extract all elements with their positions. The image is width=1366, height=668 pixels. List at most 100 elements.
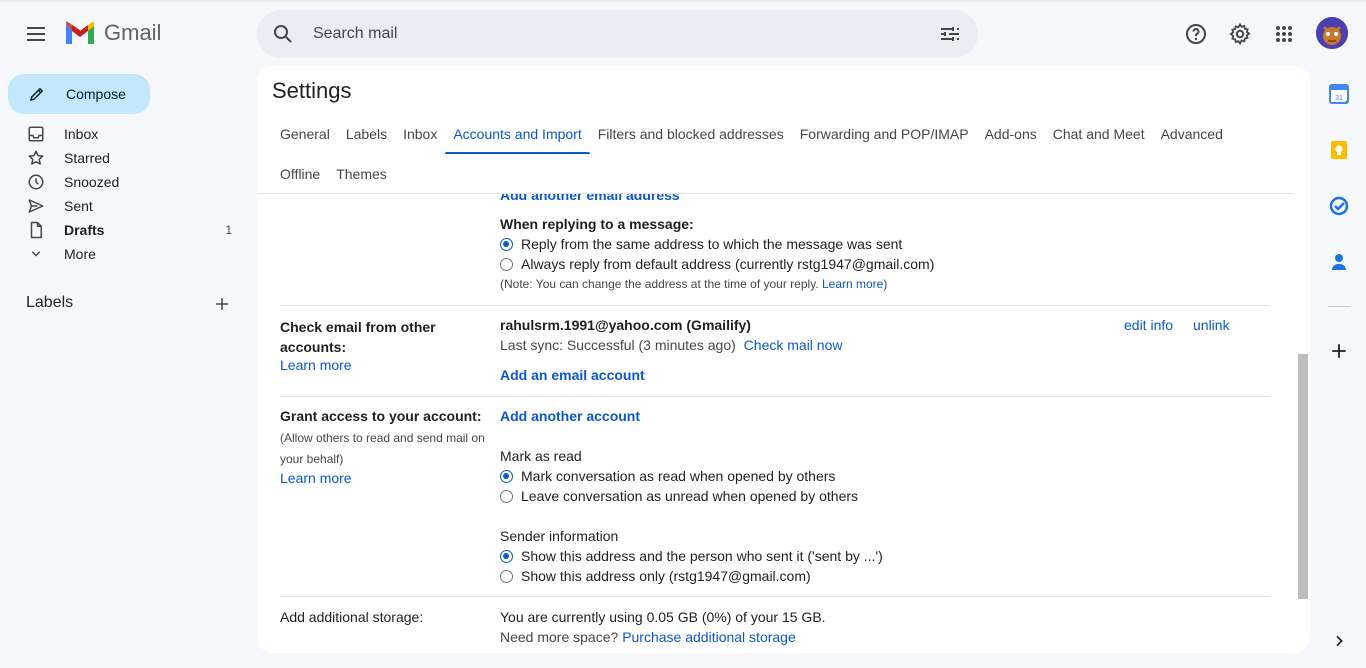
scrollbar-thumb[interactable] (1298, 354, 1308, 599)
check-email-label: Check email from other accounts: (280, 319, 436, 355)
support-button[interactable] (1176, 14, 1216, 54)
keep-icon[interactable] (1327, 138, 1351, 162)
top-border (0, 0, 1366, 2)
rail-divider (1328, 306, 1350, 307)
grant-access-learn-more[interactable]: Learn more (280, 470, 352, 486)
account-avatar[interactable] (1316, 17, 1348, 49)
search-icon[interactable] (271, 22, 295, 51)
calendar-icon[interactable]: 31 (1327, 82, 1351, 106)
tab-accounts-and-import[interactable]: Accounts and Import (445, 114, 591, 154)
mark-read-radio[interactable] (500, 469, 513, 483)
leave-unread-option[interactable]: Leave conversation as unread when opened… (500, 486, 858, 506)
sidebar-item-label: Snoozed (64, 174, 120, 190)
leave-unread-radio[interactable] (500, 489, 513, 503)
gmail-wordmark: Gmail (104, 20, 162, 45)
reply-learn-more-link[interactable]: Learn more (822, 277, 883, 291)
send-icon (26, 196, 46, 216)
reply-option-same[interactable]: Reply from the same address to which the… (500, 234, 902, 254)
tab-general[interactable]: General (272, 114, 338, 154)
sidebar-item-starred[interactable]: Starred (0, 146, 248, 170)
tab-themes[interactable]: Themes (328, 154, 395, 194)
sidebar-item-label: Sent (64, 198, 93, 214)
compose-label: Compose (66, 86, 126, 102)
tab-advanced[interactable]: Advanced (1153, 114, 1231, 154)
need-more-text: Need more space? (500, 629, 619, 645)
sidebar-item-count: 1 (225, 223, 232, 237)
settings-content: Add another email address When replying … (257, 194, 1297, 653)
last-sync: Last sync: Successful (3 minutes ago) Ch… (500, 337, 843, 353)
sender-both-radio[interactable] (500, 549, 513, 563)
sender-only-label: Show this address only (rstg1947@gmail.c… (521, 568, 811, 584)
clock-icon (26, 172, 46, 192)
gmail-logo[interactable]: Gmail (64, 20, 161, 46)
tab-inbox[interactable]: Inbox (395, 114, 445, 154)
sidebar-item-more[interactable]: More (0, 242, 248, 266)
settings-tabs-row1: General Labels Inbox Accounts and Import… (272, 114, 1231, 154)
google-apps-button[interactable] (1264, 14, 1304, 54)
plus-icon (1332, 344, 1346, 358)
gmail-m-icon (66, 21, 94, 44)
check-mail-now-link[interactable]: Check mail now (744, 337, 843, 353)
sidebar-item-drafts[interactable]: Drafts 1 (0, 218, 248, 242)
search-input[interactable] (313, 22, 913, 46)
add-another-account-link[interactable]: Add another account (500, 408, 640, 424)
last-sync-text: Last sync: Successful (3 minutes ago) (500, 337, 736, 353)
side-panel-rail: 31 (1314, 66, 1366, 668)
tasks-icon[interactable] (1327, 194, 1351, 218)
sender-only-option[interactable]: Show this address only (rstg1947@gmail.c… (500, 566, 811, 586)
sender-both-option[interactable]: Show this address and the person who sen… (500, 546, 883, 566)
sender-info-heading: Sender information (500, 528, 619, 544)
tab-labels[interactable]: Labels (338, 114, 395, 154)
purchase-storage-link[interactable]: Purchase additional storage (622, 629, 796, 645)
chevron-down-icon (26, 244, 46, 264)
reply-option-default[interactable]: Always reply from default address (curre… (500, 254, 934, 274)
search-bar[interactable] (257, 10, 978, 58)
tab-forwarding[interactable]: Forwarding and POP/IMAP (792, 114, 977, 154)
mark-read-option[interactable]: Mark conversation as read when opened by… (500, 466, 835, 486)
settings-tabs-row2: Offline Themes (272, 154, 395, 194)
chevron-right-icon (1336, 635, 1343, 647)
divider (280, 305, 1270, 306)
search-options-icon[interactable] (938, 22, 962, 51)
unlink-link[interactable]: unlink (1193, 317, 1230, 333)
tab-addons[interactable]: Add-ons (977, 114, 1045, 154)
leave-unread-label: Leave conversation as unread when opened… (521, 488, 859, 504)
divider (280, 396, 1270, 397)
reply-heading: When replying to a message: (500, 216, 694, 232)
sidebar-item-snoozed[interactable]: Snoozed (0, 170, 248, 194)
sidebar-nav: Inbox Starred Snoozed Sent Drafts 1 More (0, 122, 248, 266)
sidebar-item-label: Starred (64, 150, 110, 166)
inbox-icon (26, 124, 46, 144)
edit-info-link[interactable]: edit info (1124, 317, 1173, 333)
settings-panel: Settings General Labels Inbox Accounts a… (257, 66, 1310, 653)
reply-same-radio[interactable] (500, 237, 513, 251)
show-side-panel-button[interactable] (1327, 629, 1351, 653)
add-email-account-link[interactable]: Add an email account (500, 367, 645, 383)
create-label-button[interactable] (210, 292, 234, 316)
mark-read-label: Mark conversation as read when opened by… (521, 468, 836, 484)
main-menu-button[interactable] (16, 14, 56, 54)
compose-button[interactable]: Compose (8, 74, 150, 114)
divider (280, 596, 1270, 597)
check-email-learn-more[interactable]: Learn more (280, 357, 352, 373)
contacts-icon[interactable] (1327, 250, 1351, 274)
sidebar-item-sent[interactable]: Sent (0, 194, 248, 218)
gear-icon (1229, 22, 1251, 46)
sidebar-item-inbox[interactable]: Inbox (0, 122, 248, 146)
sender-only-radio[interactable] (500, 569, 513, 583)
tab-chat-and-meet[interactable]: Chat and Meet (1045, 114, 1153, 154)
storage-usage: You are currently using 0.05 GB (0%) of … (500, 609, 826, 625)
tab-filters[interactable]: Filters and blocked addresses (590, 114, 792, 154)
get-addons-button[interactable] (1327, 339, 1351, 363)
reply-note: (Note: You can change the address at the… (500, 277, 887, 291)
reply-default-radio[interactable] (500, 257, 513, 271)
apps-grid-icon (1276, 26, 1292, 42)
tab-offline[interactable]: Offline (272, 154, 328, 194)
grant-access-label: Grant access to your account: (280, 408, 482, 424)
add-another-email-link[interactable]: Add another email address (500, 194, 680, 203)
sidebar-item-label: Inbox (64, 126, 99, 142)
linked-account: rahulsrm.1991@yahoo.com (Gmailify) (500, 317, 751, 333)
svg-text:31: 31 (1335, 95, 1343, 102)
pencil-icon (29, 87, 44, 102)
settings-button[interactable] (1220, 14, 1260, 54)
